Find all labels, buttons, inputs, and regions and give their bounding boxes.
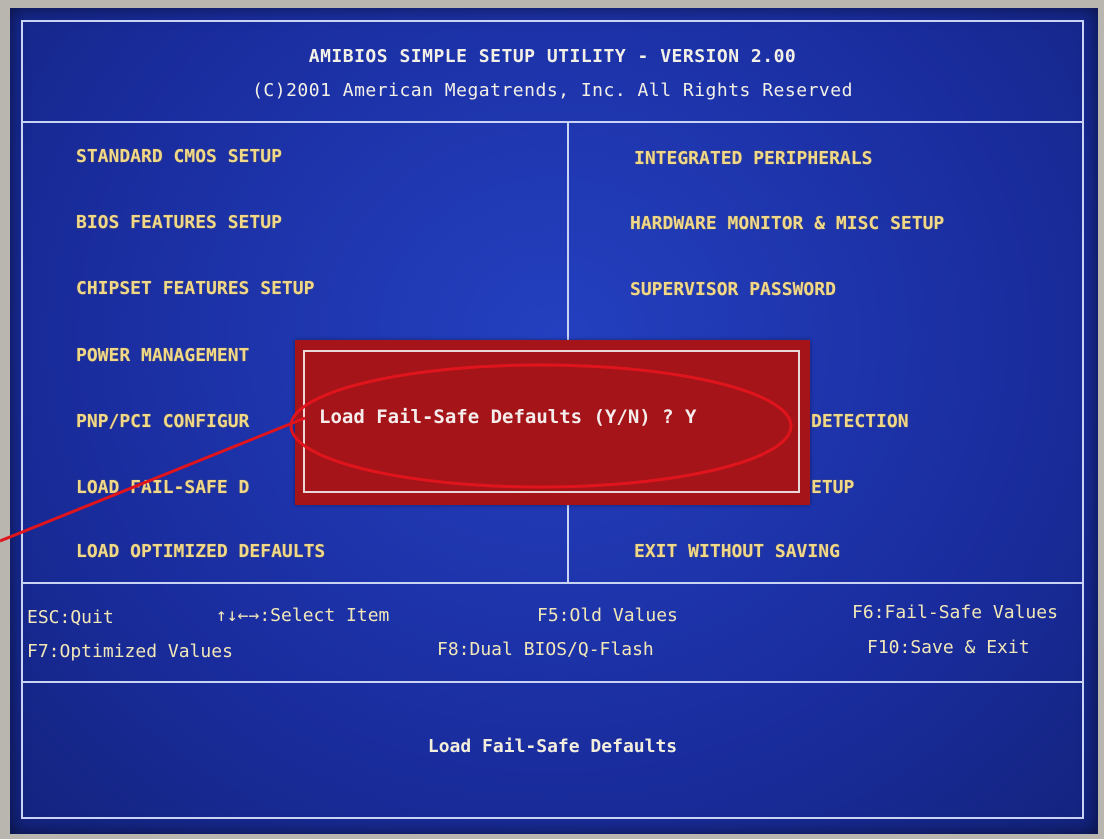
menu-load-optimized-defaults[interactable]: LOAD OPTIMIZED DEFAULTS bbox=[76, 541, 325, 562]
key-f7-optimized-values: F7:Optimized Values bbox=[27, 641, 233, 662]
dialog-prompt: Load Fail-Safe Defaults (Y/N) ? Y bbox=[319, 406, 697, 428]
key-f6-fail-safe-values: F6:Fail-Safe Values bbox=[852, 602, 1058, 623]
divider-keys-bottom bbox=[21, 681, 1084, 683]
confirm-dialog[interactable]: Load Fail-Safe Defaults (Y/N) ? Y bbox=[295, 340, 810, 505]
divider-header bbox=[21, 121, 1084, 123]
key-esc-quit: ESC:Quit bbox=[27, 607, 114, 628]
menu-hardware-monitor-misc-setup[interactable]: HARDWARE MONITOR & MISC SETUP bbox=[630, 213, 944, 234]
key-f5-old-values: F5:Old Values bbox=[537, 605, 678, 626]
menu-integrated-peripherals[interactable]: INTEGRATED PERIPHERALS bbox=[634, 148, 872, 169]
bios-copyright: (C)2001 American Megatrends, Inc. All Ri… bbox=[252, 80, 853, 101]
menu-pnp-pci-configuration[interactable]: PNP/PCI CONFIGUR bbox=[76, 411, 249, 432]
menu-load-fail-safe-defaults[interactable]: LOAD FAIL-SAFE D bbox=[76, 477, 249, 498]
menu-bios-features-setup[interactable]: BIOS FEATURES SETUP bbox=[76, 212, 282, 233]
key-select-item: ↑↓←→:Select Item bbox=[216, 605, 390, 626]
bios-title: AMIBIOS SIMPLE SETUP UTILITY - VERSION 2… bbox=[308, 46, 797, 67]
menu-chipset-features-setup[interactable]: CHIPSET FEATURES SETUP bbox=[76, 278, 314, 299]
help-line: Load Fail-Safe Defaults bbox=[427, 736, 678, 757]
menu-save-exit-setup[interactable]: ETUP bbox=[811, 477, 854, 498]
menu-supervisor-password[interactable]: SUPERVISOR PASSWORD bbox=[630, 279, 836, 300]
divider-menu-bottom bbox=[21, 582, 1084, 584]
key-f10-save-exit: F10:Save & Exit bbox=[867, 637, 1030, 658]
key-f8-dual-bios: F8:Dual BIOS/Q-Flash bbox=[437, 639, 654, 660]
menu-exit-without-saving[interactable]: EXIT WITHOUT SAVING bbox=[634, 541, 840, 562]
menu-ide-hdd-auto-detection[interactable]: DETECTION bbox=[811, 411, 909, 432]
menu-power-management[interactable]: POWER MANAGEMENT bbox=[76, 345, 249, 366]
menu-standard-cmos-setup[interactable]: STANDARD CMOS SETUP bbox=[76, 146, 282, 167]
